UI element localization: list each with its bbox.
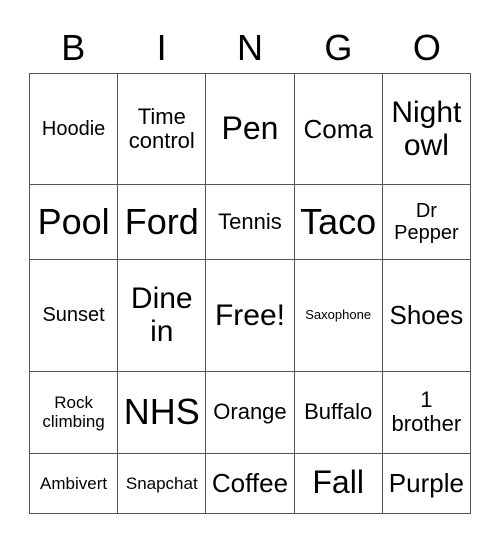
bingo-row: Pool Ford Tennis Taco Dr Pepper	[28, 184, 472, 261]
bingo-cell[interactable]: Orange	[205, 370, 295, 454]
bingo-cell[interactable]: Rock climbing	[28, 370, 119, 454]
bingo-cell[interactable]: Pen	[205, 72, 295, 186]
bingo-cell[interactable]: Purple	[381, 452, 472, 515]
bingo-cell[interactable]: NHS	[117, 370, 207, 454]
bingo-cell[interactable]: Fall	[293, 452, 383, 515]
bingo-cell[interactable]: Coma	[293, 72, 383, 186]
bingo-row: Sunset Dine in Free! Saxophone Shoes	[28, 259, 472, 372]
bingo-cell[interactable]: Ambivert	[28, 452, 119, 515]
header-letter-o: O	[412, 27, 441, 68]
header-letter-i: I	[156, 27, 167, 68]
bingo-row: Rock climbing NHS Orange Buffalo 1 brother	[28, 370, 472, 454]
bingo-cell[interactable]: 1 brother	[381, 370, 472, 454]
bingo-cell[interactable]: Coffee	[205, 452, 295, 515]
bingo-cell[interactable]: Dr Pepper	[381, 184, 472, 261]
bingo-cell[interactable]: Pool	[28, 184, 119, 261]
bingo-row: Hoodie Time control Pen Coma Night owl	[28, 72, 472, 186]
bingo-cell[interactable]: Snapchat	[117, 452, 207, 515]
bingo-row: Ambivert Snapchat Coffee Fall Purple	[28, 452, 472, 515]
header-letter-n: N	[237, 27, 264, 68]
bingo-cell[interactable]: Ford	[117, 184, 207, 261]
bingo-header: B I N G O	[29, 24, 471, 72]
bingo-cell[interactable]: Shoes	[381, 259, 472, 372]
bingo-card-grid: Hoodie Time control Pen Coma Night owl Pool Fo…	[28, 72, 472, 515]
bingo-cell[interactable]: Hoodie	[28, 72, 119, 186]
bingo-cell-free[interactable]: Free!	[205, 259, 295, 372]
bingo-cell[interactable]: Taco	[293, 184, 383, 261]
bingo-cell[interactable]: Night owl	[381, 72, 472, 186]
bingo-cell[interactable]: Time control	[117, 72, 207, 186]
bingo-cell[interactable]: Buffalo	[293, 370, 383, 454]
bingo-cell[interactable]: Tennis	[205, 184, 295, 261]
bingo-cell[interactable]: Dine in	[117, 259, 207, 372]
bingo-cell[interactable]: Saxophone	[293, 259, 383, 372]
bingo-cell[interactable]: Sunset	[28, 259, 119, 372]
header-letter-g: G	[324, 27, 353, 68]
header-letter-b: B	[61, 27, 86, 68]
